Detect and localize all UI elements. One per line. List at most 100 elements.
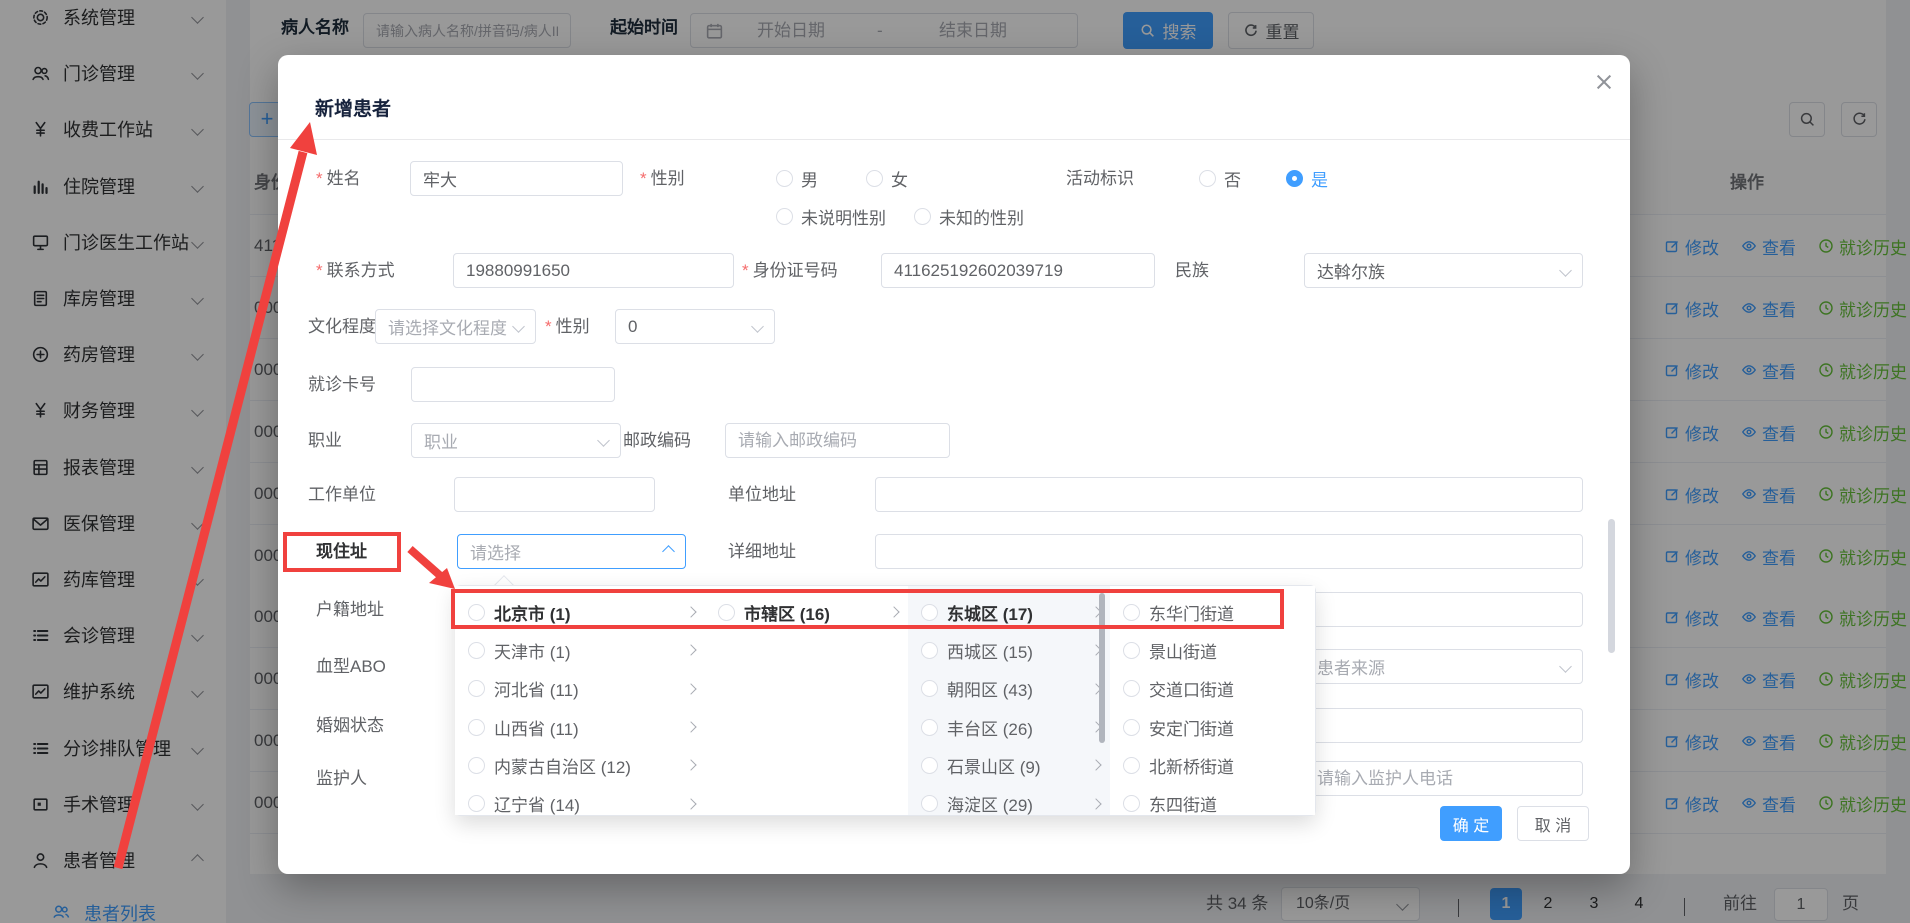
cascader-option[interactable]: 天津市 (1) [455,631,705,669]
chevron-up-icon [662,545,675,558]
cascader-option[interactable]: 山西省 (11) [455,708,705,746]
cascader-option[interactable]: 北京市 (1) [455,593,705,631]
gender-radio-unspecified[interactable]: 未说明性别 [776,199,886,234]
radio-icon[interactable] [468,642,485,659]
gender-code-select[interactable]: 0 [615,309,775,344]
gender-radio-female[interactable]: 女 [866,161,908,196]
ethnicity-select[interactable]: 达斡尔族 [1304,253,1583,288]
modal-divider [278,139,1630,140]
cascader-option[interactable]: 朝阳区 (43) [908,670,1110,708]
radio-icon[interactable] [921,604,938,621]
radio-icon[interactable] [921,795,938,812]
active-flag-radio-no[interactable]: 否 [1199,161,1241,196]
chevron-right-icon [685,721,696,732]
cancel-button[interactable]: 取 消 [1517,806,1589,841]
cascader-option[interactable]: 东四街道 [1110,784,1315,815]
cascader-option[interactable]: 海淀区 (29) [908,784,1110,815]
cascader-scrollbar[interactable] [1099,593,1105,743]
radio-icon[interactable] [921,680,938,697]
chevron-down-icon [597,434,610,447]
radio-icon[interactable] [468,757,485,774]
confirm-button[interactable]: 确 定 [1440,806,1502,841]
chevron-down-icon [512,320,525,333]
radio-icon[interactable] [718,604,735,621]
detail-address-input[interactable] [875,534,1583,569]
cascader-column-2: 市辖区 (16) [705,586,909,815]
radio-icon[interactable] [1123,719,1140,736]
cascader-option[interactable]: 河北省 (11) [455,670,705,708]
radio-icon[interactable] [921,642,938,659]
radio-icon[interactable] [921,757,938,774]
radio-icon[interactable] [1123,642,1140,659]
cascader-option[interactable]: 交道口街道 [1110,670,1315,708]
modal-scrollbar[interactable] [1608,519,1615,653]
postcode-input[interactable] [725,423,950,458]
chevron-down-icon [751,320,764,333]
cascader-option[interactable]: 丰台区 (26) [908,708,1110,746]
radio-icon[interactable] [1123,680,1140,697]
cascader-option[interactable]: 市辖区 (16) [705,593,908,631]
radio-icon[interactable] [468,680,485,697]
patient-source-select[interactable]: 患者来源 [1304,649,1583,684]
cascader-option[interactable]: 西城区 (15) [908,631,1110,669]
guardian-phone-input[interactable] [1304,761,1583,796]
cascader-option[interactable]: 内蒙古自治区 (12) [455,746,705,784]
radio-icon[interactable] [468,795,485,812]
chevron-down-icon [1559,660,1572,673]
radio-icon[interactable] [921,719,938,736]
chevron-right-icon [685,760,696,771]
close-icon[interactable] [1594,72,1614,92]
patient-management-page: 系统管理门诊管理收费工作站住院管理门诊医生工作站库房管理药房管理财务管理报表管理… [0,0,1910,923]
cascader-option[interactable]: 北新桥街道 [1110,746,1315,784]
work-unit-label: 工作单位 [308,477,376,512]
chevron-right-icon [685,645,696,656]
cascader-option[interactable]: 景山街道 [1110,631,1315,669]
unit-address-input[interactable] [875,477,1583,512]
chevron-right-icon [685,798,696,809]
current-address-cascader[interactable]: 请选择 [457,534,686,569]
cascader-column-1: 北京市 (1)天津市 (1)河北省 (11)山西省 (11)内蒙古自治区 (12… [455,586,706,815]
gender-label: *性别 [640,161,685,196]
radio-icon[interactable] [468,719,485,736]
cascader-option[interactable]: 安定门街道 [1110,708,1315,746]
chevron-right-icon [685,683,696,694]
card-no-input[interactable] [411,367,615,402]
blood-type-label: 血型ABO [316,649,386,684]
gender-code-label: *性别 [545,309,590,344]
id-number-label: *身份证号码 [742,253,838,288]
contact-input[interactable] [453,253,734,288]
household-address-label: 户籍地址 [316,592,384,627]
radio-icon[interactable] [468,604,485,621]
modal-title: 新增患者 [315,94,391,121]
cascader-column-4: 东华门街道景山街道交道口街道安定门街道北新桥街道东四街道 [1110,586,1315,815]
cascader-option[interactable]: 东华门街道 [1110,593,1315,631]
education-select[interactable]: 请选择文化程度 [375,309,536,344]
marital-label: 婚姻状态 [316,708,384,743]
add-patient-modal: 新增患者 *姓名 *性别 男 女 活动标识 否 是 未说明性别 未知的性别 *联… [0,0,1910,923]
card-no-label: 就诊卡号 [308,367,376,402]
chevron-right-icon [1090,798,1101,809]
cascader-option[interactable]: 东城区 (17) [908,593,1110,631]
radio-icon[interactable] [1123,757,1140,774]
occupation-select[interactable]: 职业 [411,423,621,458]
name-input[interactable] [410,161,623,196]
id-number-input[interactable] [881,253,1155,288]
ethnicity-label: 民族 [1175,253,1209,288]
gender-radio-male[interactable]: 男 [776,161,818,196]
detail-address-label: 详细地址 [728,534,796,569]
cascader-option[interactable]: 石景山区 (9) [908,746,1110,784]
active-flag-label: 活动标识 [1066,161,1134,196]
radio-icon[interactable] [1123,604,1140,621]
unit-address-label: 单位地址 [728,477,796,512]
chevron-right-icon [1090,760,1101,771]
chevron-right-icon [685,606,696,617]
postcode-label: 邮政编码 [623,423,691,458]
radio-icon[interactable] [1123,795,1140,812]
work-unit-input[interactable] [454,477,655,512]
gender-radio-unknown[interactable]: 未知的性别 [914,199,1024,234]
name-label: *姓名 [316,161,361,196]
chevron-right-icon [888,606,899,617]
occupation-label: 职业 [308,423,342,458]
active-flag-radio-yes[interactable]: 是 [1286,161,1328,196]
cascader-option[interactable]: 辽宁省 (14) [455,784,705,815]
